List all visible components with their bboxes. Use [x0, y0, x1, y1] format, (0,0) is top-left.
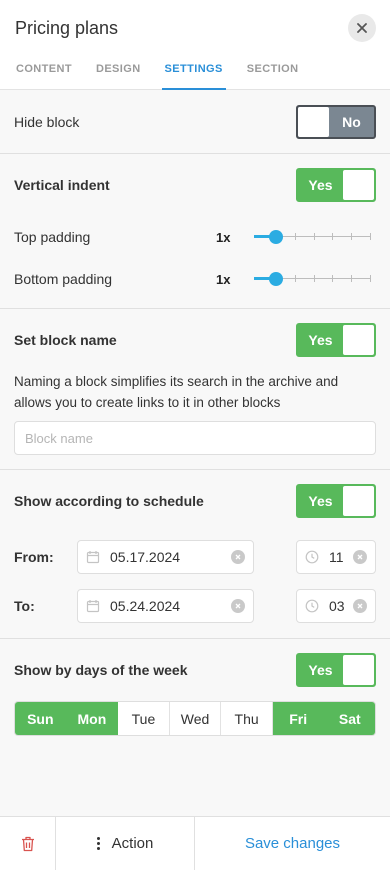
to-label: To:	[14, 597, 35, 614]
top-padding-value: 1x	[216, 229, 231, 245]
footer-bar: Action Save changes	[0, 816, 390, 870]
toggle-text: Yes	[308, 177, 333, 193]
tab-design[interactable]: DESIGN	[96, 56, 141, 90]
block-name-section: Set block name Yes Naming a block simpli…	[0, 309, 390, 470]
tab-settings[interactable]: SETTINGS	[161, 56, 226, 90]
toggle-knob	[343, 170, 374, 200]
tab-content[interactable]: CONTENT	[16, 56, 72, 90]
clear-icon[interactable]	[231, 549, 245, 564]
slider-tick	[313, 275, 315, 282]
slider-thumb[interactable]	[269, 272, 283, 286]
bottom-padding-slider[interactable]	[254, 272, 371, 286]
slider-thumb[interactable]	[269, 230, 283, 244]
day-sun[interactable]: Sun	[15, 702, 67, 735]
from-date-input[interactable]: 05.17.2024	[77, 539, 254, 574]
settings-panel: Hide block No Vertical indent Yes Top pa…	[0, 90, 390, 816]
vertical-indent-label: Vertical indent	[14, 177, 110, 193]
calendar-icon	[86, 599, 100, 612]
schedule-section: Show according to schedule Yes From: 05.…	[0, 470, 390, 639]
day-sat[interactable]: Sat	[324, 702, 375, 735]
weekdays-section: Show by days of the week Yes Sun Mon Tue…	[0, 639, 390, 736]
panel-title: Pricing plans	[15, 17, 119, 38]
day-wed[interactable]: Wed	[169, 702, 222, 735]
close-icon	[357, 23, 367, 33]
top-padding-label: Top padding	[14, 229, 91, 245]
toggle-knob	[298, 106, 329, 137]
to-date-input[interactable]: 05.24.2024	[77, 588, 254, 623]
block-name-input[interactable]	[14, 421, 376, 455]
from-date-value: 05.17.2024	[110, 548, 181, 565]
hide-block-toggle[interactable]: No	[296, 104, 376, 139]
day-fri[interactable]: Fri	[272, 702, 325, 735]
delete-button[interactable]	[0, 817, 56, 870]
clock-icon	[305, 550, 319, 563]
schedule-label: Show according to schedule	[14, 493, 204, 509]
day-thu[interactable]: Thu	[221, 702, 273, 735]
toggle-text: Yes	[308, 493, 333, 509]
block-name-label: Set block name	[14, 332, 117, 348]
calendar-icon	[86, 550, 100, 563]
clear-icon[interactable]	[231, 598, 245, 613]
tab-section[interactable]: SECTION	[247, 56, 299, 90]
action-menu-button[interactable]: Action	[56, 817, 195, 870]
from-time-input[interactable]: 11	[296, 539, 376, 574]
schedule-toggle[interactable]: Yes	[296, 484, 376, 518]
more-vertical-icon	[96, 837, 100, 850]
bottom-padding-row: Bottom padding 1x	[14, 258, 376, 300]
toggle-text: Yes	[308, 662, 333, 678]
save-changes-button[interactable]: Save changes	[195, 817, 390, 870]
from-time-value: 11	[329, 548, 344, 565]
day-tue[interactable]: Tue	[118, 702, 170, 735]
vertical-indent-section: Vertical indent Yes Top padding 1x Botto…	[0, 154, 390, 309]
clear-icon[interactable]	[353, 598, 367, 613]
clock-icon	[305, 599, 319, 612]
from-label: From:	[14, 548, 54, 565]
to-time-value: 03	[329, 597, 345, 614]
clear-icon[interactable]	[353, 549, 367, 564]
hide-block-section: Hide block No	[0, 90, 390, 154]
slider-tick	[294, 233, 296, 240]
block-name-toggle[interactable]: Yes	[296, 323, 376, 357]
slider-tick	[332, 233, 334, 240]
block-name-description: Naming a block simplifies its search in …	[14, 374, 339, 410]
tab-bar: CONTENT DESIGN SETTINGS SECTION	[0, 56, 390, 90]
from-row: From: 05.17.2024 11	[14, 532, 376, 581]
slider-tick	[332, 275, 334, 282]
panel-header: Pricing plans	[0, 0, 390, 56]
top-padding-slider[interactable]	[254, 230, 371, 244]
vertical-indent-toggle[interactable]: Yes	[296, 168, 376, 202]
bottom-padding-value: 1x	[216, 271, 231, 287]
to-date-value: 05.24.2024	[110, 597, 181, 614]
top-padding-row: Top padding 1x	[14, 216, 376, 258]
slider-tick	[351, 275, 353, 282]
close-button[interactable]	[348, 14, 376, 42]
hide-block-label: Hide block	[14, 113, 80, 130]
slider-tick	[351, 233, 353, 240]
to-row: To: 05.24.2024 03	[14, 581, 376, 630]
toggle-knob	[343, 486, 374, 516]
trash-icon	[21, 836, 34, 851]
weekdays-toggle[interactable]: Yes	[296, 653, 376, 687]
toggle-text: Yes	[308, 332, 333, 348]
action-label: Action	[111, 835, 154, 852]
toggle-knob	[343, 655, 374, 685]
slider-tick	[313, 233, 315, 240]
slider-tick	[370, 233, 371, 240]
toggle-knob	[343, 325, 374, 355]
slider-tick	[370, 275, 371, 282]
day-mon[interactable]: Mon	[66, 702, 119, 735]
weekday-selector: Sun Mon Tue Wed Thu Fri Sat	[14, 701, 376, 736]
slider-tick	[294, 275, 296, 282]
bottom-padding-label: Bottom padding	[14, 271, 113, 287]
toggle-text: No	[342, 113, 361, 130]
to-time-input[interactable]: 03	[296, 588, 376, 623]
weekdays-label: Show by days of the week	[14, 662, 188, 678]
